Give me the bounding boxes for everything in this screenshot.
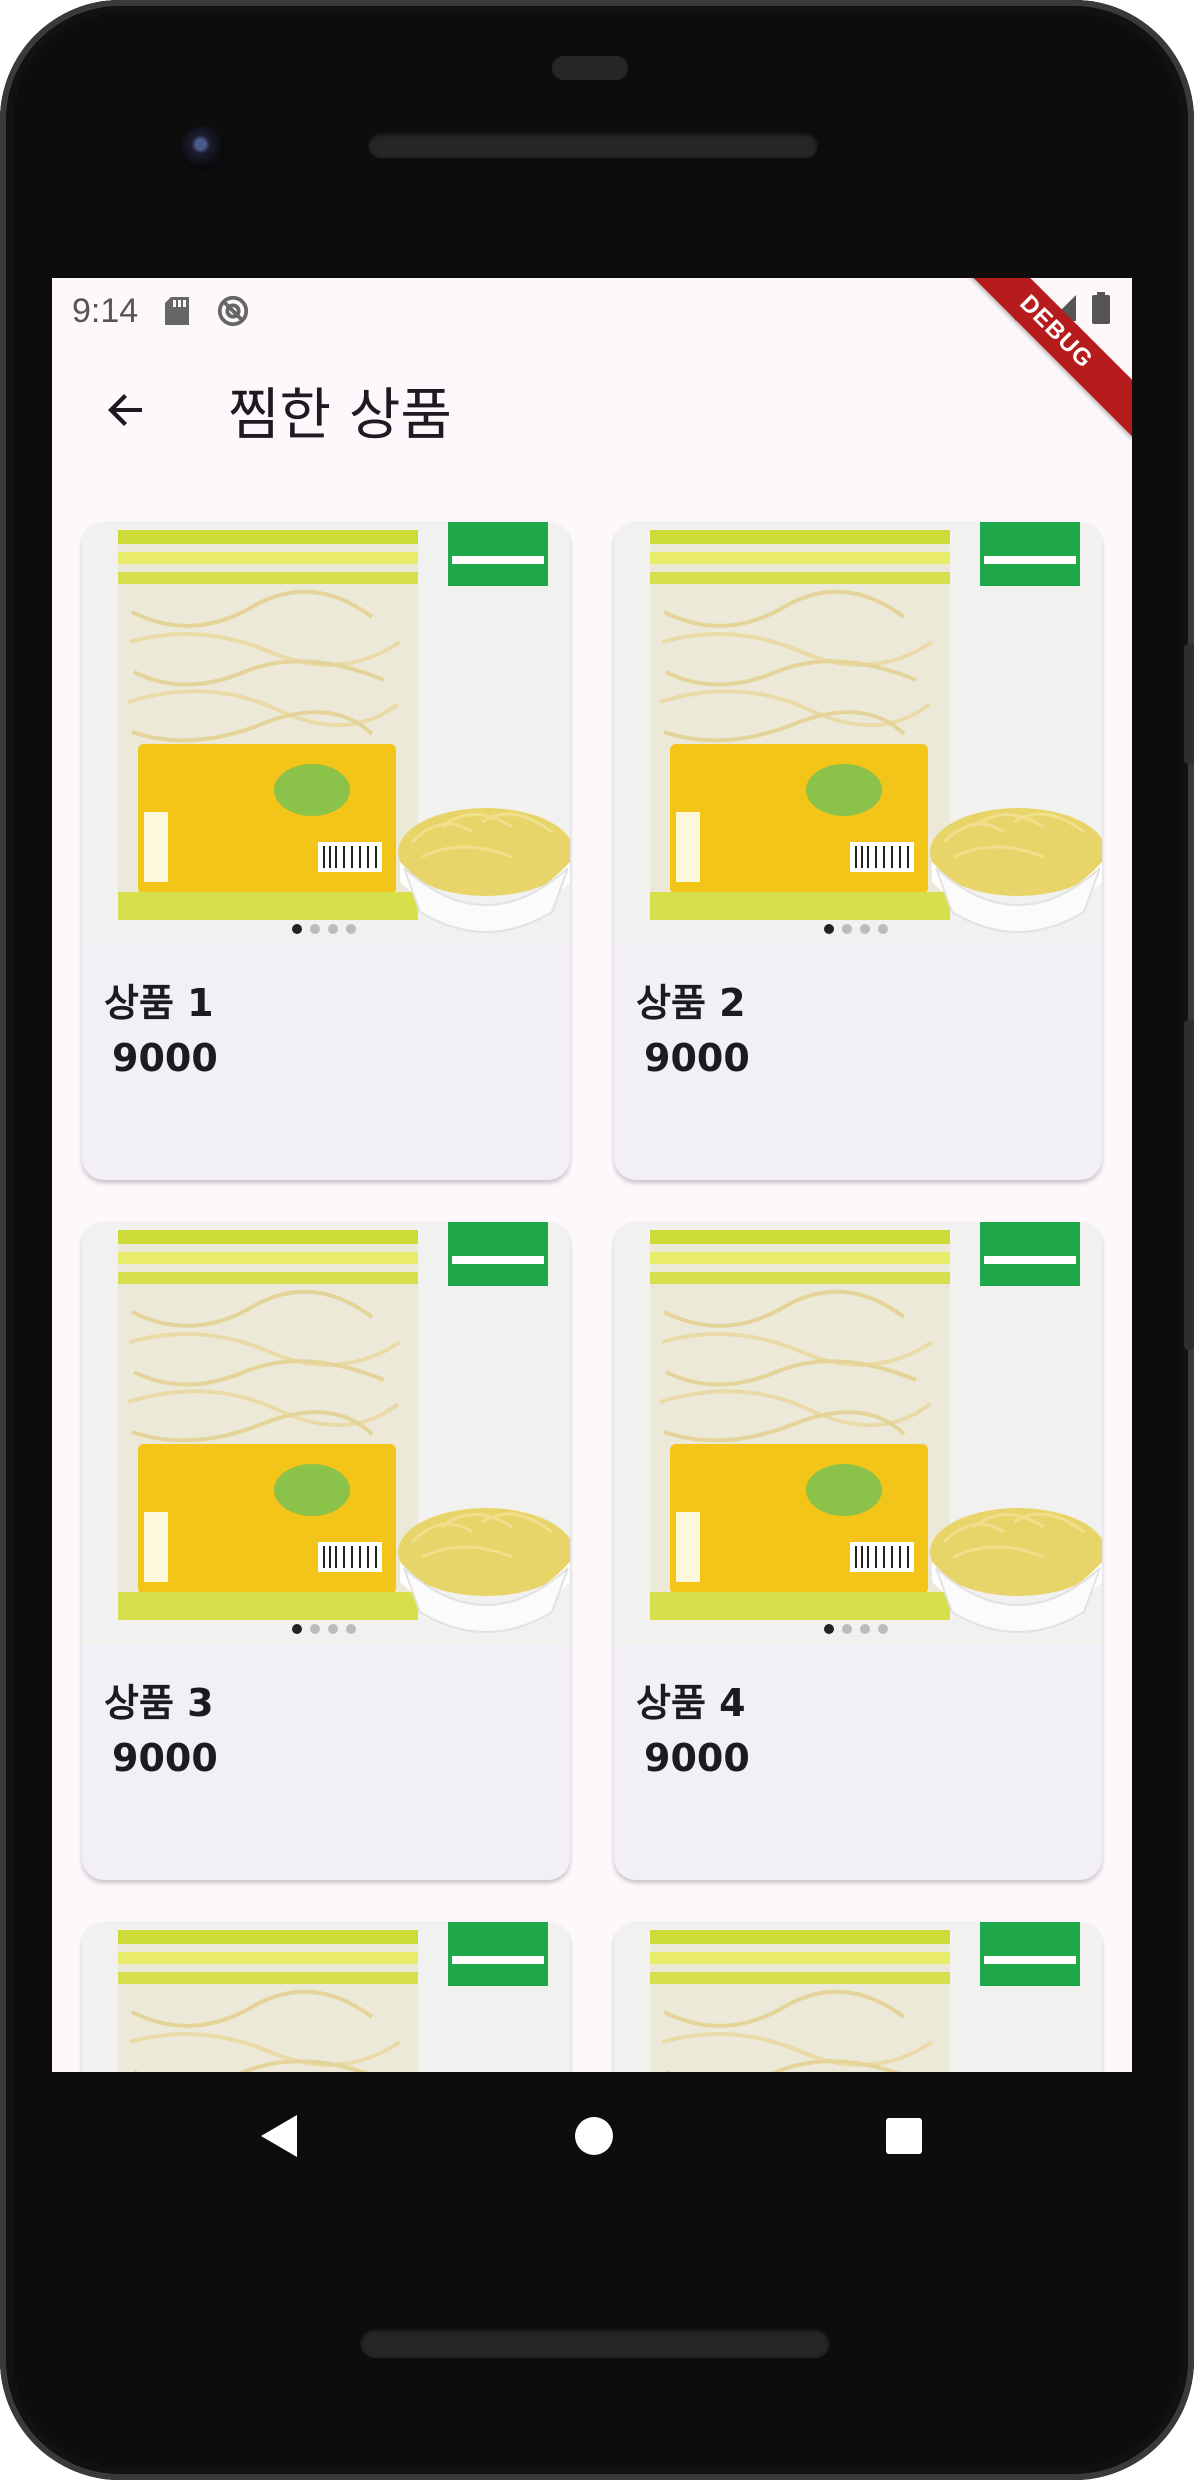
app-screen: 9:14 DEBUG 찜한 상품 상품 1 9000 상품 2 9000 상품 …	[52, 278, 1132, 2072]
nav-recents-button[interactable]	[872, 2104, 936, 2168]
product-card-2[interactable]: 상품 2 9000	[614, 522, 1102, 1180]
product-price: 9000	[644, 1036, 750, 1080]
volume-button	[1184, 1020, 1194, 1350]
product-image	[614, 522, 1102, 944]
product-price: 9000	[112, 1036, 218, 1080]
status-bar: 9:14 DEBUG	[52, 278, 1132, 439]
product-card-4[interactable]: 상품 4 9000	[614, 1222, 1102, 1880]
product-name: 상품 1	[104, 981, 214, 1025]
app-bar: 찜한 상품	[52, 344, 1132, 476]
product-card-3[interactable]: 상품 3 9000	[82, 1222, 570, 1880]
do-not-disturb-icon	[216, 294, 250, 328]
power-button	[1184, 644, 1194, 764]
front-camera	[180, 126, 226, 172]
nav-home-button[interactable]	[562, 2104, 626, 2168]
product-price: 9000	[112, 1736, 218, 1780]
product-image	[82, 522, 570, 944]
back-button[interactable]	[94, 378, 158, 442]
image-page-indicator	[824, 1624, 888, 1634]
system-nav-bar	[0, 2072, 1194, 2202]
bottom-speaker	[360, 2328, 830, 2358]
product-name: 상품 2	[636, 981, 746, 1025]
status-time: 9:14	[72, 291, 139, 330]
image-page-indicator	[824, 924, 888, 934]
product-name: 상품 3	[104, 1681, 214, 1725]
image-page-indicator	[292, 1624, 356, 1634]
product-price: 9000	[644, 1736, 750, 1780]
triangle-back-icon	[261, 2115, 297, 2157]
product-card-5[interactable]	[82, 1922, 570, 2072]
product-card-1[interactable]: 상품 1 9000	[82, 522, 570, 1180]
product-image	[82, 1922, 570, 2072]
product-image	[614, 1922, 1102, 2072]
earpiece	[552, 56, 628, 80]
square-recents-icon	[886, 2118, 922, 2154]
image-page-indicator	[292, 924, 356, 934]
product-card-6[interactable]	[614, 1922, 1102, 2072]
product-name: 상품 4	[636, 1681, 746, 1725]
arrow-left-icon	[108, 394, 142, 426]
page-title: 찜한 상품	[228, 382, 452, 448]
sd-card-icon	[160, 294, 194, 328]
top-speaker	[368, 132, 818, 158]
product-image	[614, 1222, 1102, 1644]
battery-icon	[1092, 292, 1110, 328]
circle-home-icon	[575, 2117, 613, 2155]
phone-frame: 9:14 DEBUG 찜한 상품 상품 1 9000 상품 2 9000 상품 …	[0, 0, 1194, 2480]
nav-back-button[interactable]	[250, 2106, 310, 2166]
product-image	[82, 1222, 570, 1644]
